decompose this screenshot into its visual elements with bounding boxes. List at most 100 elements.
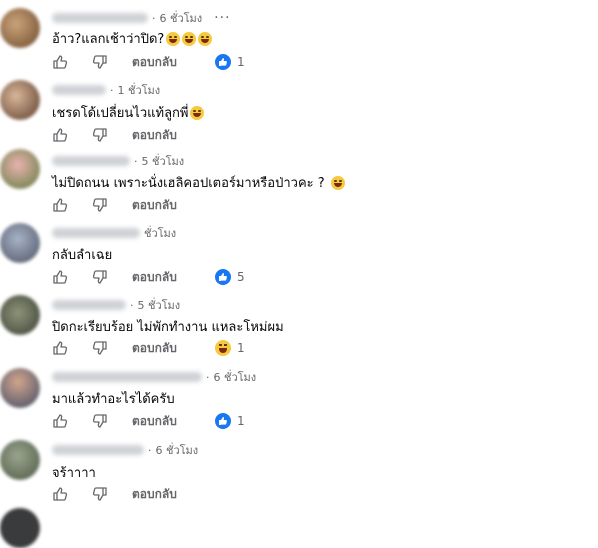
separator-dot: ·	[130, 298, 134, 312]
comment-text: เชรดโด้เปลี่ยนไวแท้ลูกพี่	[52, 106, 189, 121]
reaction-summary[interactable]: 5	[215, 268, 245, 286]
laughing-emoji-icon	[190, 105, 205, 120]
thumbs-up-icon[interactable]	[52, 486, 68, 502]
comment-item: · 1 ชั่วโมง เชรดโด้เปลี่ยนไวแท้ลูกพี่ ตอ…	[0, 72, 598, 145]
comment-text-row: ปิดกะเรียบร้อย ไม่พักทำงาน แหละโหม่ผม	[52, 316, 284, 337]
comment-meta: · 5 ชั่วโมง	[52, 153, 184, 169]
comment-meta: · 1 ชั่วโมง	[52, 82, 160, 98]
thumbs-down-icon[interactable]	[92, 127, 108, 143]
avatar[interactable]	[0, 508, 40, 548]
avatar[interactable]	[0, 295, 40, 335]
separator-dot: ·	[134, 154, 138, 168]
reply-button[interactable]: ตอบกลับ	[132, 268, 177, 287]
comment-meta: · 5 ชั่วโมง	[52, 297, 180, 313]
reply-button[interactable]: ตอบกลับ	[132, 485, 177, 504]
reaction-summary[interactable]: 1	[215, 339, 245, 357]
thumbs-down-icon[interactable]	[92, 269, 108, 285]
comment-text: จร้าาาา	[52, 466, 96, 481]
separator-dot: ·	[110, 83, 114, 97]
comment-item: · 6 ชั่วโมง จร้าาาา ตอบกลับ	[0, 432, 598, 506]
reaction-count: 1	[237, 414, 245, 428]
thumbs-down-icon[interactable]	[92, 486, 108, 502]
more-options-button[interactable]: ···	[214, 10, 230, 26]
thumbs-up-icon[interactable]	[52, 127, 68, 143]
separator-dot: ·	[152, 11, 156, 25]
rofl-emoji-icon	[166, 31, 181, 46]
comment-meta: · 6 ชั่วโมง	[52, 442, 198, 458]
avatar[interactable]	[0, 80, 40, 120]
separator-dot: ·	[206, 370, 210, 384]
reaction-summary[interactable]: 1	[215, 53, 245, 71]
reply-button[interactable]: ตอบกลับ	[132, 196, 177, 215]
rofl-emoji-icon	[198, 31, 213, 46]
comment-actions: ตอบกลับ	[52, 52, 177, 72]
avatar[interactable]	[0, 368, 40, 408]
author-name-blurred[interactable]	[52, 13, 148, 23]
author-name-blurred[interactable]	[52, 372, 202, 382]
comment-text: อ้าว?แลกเช้าว่าปิด?	[52, 32, 165, 47]
comment-item: ชั่วโมง กลับลำเฉย ตอบกลับ 5	[0, 215, 598, 290]
comment-time[interactable]: 6 ชั่วโมง	[160, 9, 203, 27]
thumbs-up-icon[interactable]	[52, 413, 68, 429]
thumbs-down-icon[interactable]	[92, 340, 108, 356]
reaction-count: 5	[237, 270, 245, 284]
thumbs-up-icon[interactable]	[52, 54, 68, 70]
comment-text-row: เชรดโด้เปลี่ยนไวแท้ลูกพี่	[52, 102, 205, 123]
comment-item: · 5 ชั่วโมง ไม่ปิดถนน เพราะนั่งเฮลิคอปเต…	[0, 145, 598, 215]
like-reaction-icon	[215, 269, 231, 285]
avatar[interactable]	[0, 223, 40, 263]
comment-text: กลับลำเฉย	[52, 248, 113, 263]
comment-actions: ตอบกลับ	[52, 411, 177, 431]
comment-actions: ตอบกลับ	[52, 195, 177, 215]
author-name-blurred[interactable]	[52, 300, 126, 310]
comment-time[interactable]: ชั่วโมง	[144, 224, 176, 242]
haha-reaction-icon	[215, 340, 231, 356]
comment-text: มาแล้วทำอะไรได้ครับ	[52, 392, 175, 407]
thumbs-up-icon[interactable]	[52, 340, 68, 356]
comment-meta: ชั่วโมง	[52, 225, 176, 241]
author-name-blurred[interactable]	[52, 445, 144, 455]
thumbs-down-icon[interactable]	[92, 413, 108, 429]
comment-text-row: อ้าว?แลกเช้าว่าปิด?	[52, 28, 213, 49]
like-reaction-icon	[215, 54, 231, 70]
reply-button[interactable]: ตอบกลับ	[132, 339, 177, 358]
comment-actions: ตอบกลับ	[52, 338, 177, 358]
rofl-emoji-icon	[182, 31, 197, 46]
comment-text-row: กลับลำเฉย	[52, 244, 112, 265]
comment-meta: · 6 ชั่วโมง ···	[52, 9, 230, 27]
comment-actions: ตอบกลับ	[52, 267, 177, 287]
comment-time[interactable]: 5 ชั่วโมง	[138, 296, 181, 314]
comment-text-row: จร้าาาา	[52, 462, 96, 483]
avatar[interactable]	[0, 8, 40, 48]
comment-meta: · 6 ชั่วโมง	[52, 369, 256, 385]
comment-item: · 6 ชั่วโมง มาแล้วทำอะไรได้ครับ ตอบกลับ …	[0, 360, 598, 432]
comment-text: ไม่ปิดถนน เพราะนั่งเฮลิคอปเตอร์มาหรือป่า…	[52, 176, 325, 191]
avatar[interactable]	[0, 440, 40, 480]
comment-text: ปิดกะเรียบร้อย ไม่พักทำงาน แหละโหม่ผม	[52, 320, 284, 335]
comment-item: · 6 ชั่วโมง ··· อ้าว?แลกเช้าว่าปิด? ตอบก…	[0, 0, 598, 72]
comment-actions: ตอบกลับ	[52, 484, 177, 504]
separator-dot: ·	[148, 443, 152, 457]
thumbs-down-icon[interactable]	[92, 197, 108, 213]
comment-item: · 5 ชั่วโมง ปิดกะเรียบร้อย ไม่พักทำงาน แ…	[0, 290, 598, 360]
author-name-blurred[interactable]	[52, 228, 140, 238]
like-reaction-icon	[215, 413, 231, 429]
author-name-blurred[interactable]	[52, 156, 130, 166]
author-name-blurred[interactable]	[52, 85, 106, 95]
comment-actions: ตอบกลับ	[52, 125, 177, 145]
rofl-emoji-icon	[330, 175, 345, 190]
reply-button[interactable]: ตอบกลับ	[132, 412, 177, 431]
comment-text-row: มาแล้วทำอะไรได้ครับ	[52, 388, 175, 409]
reply-button[interactable]: ตอบกลับ	[132, 53, 177, 72]
comment-time[interactable]: 6 ชั่วโมง	[214, 368, 257, 386]
thumbs-up-icon[interactable]	[52, 269, 68, 285]
avatar[interactable]	[0, 149, 40, 189]
reaction-summary[interactable]: 1	[215, 412, 245, 430]
comment-time[interactable]: 6 ชั่วโมง	[156, 441, 199, 459]
comment-time[interactable]: 5 ชั่วโมง	[142, 152, 185, 170]
thumbs-up-icon[interactable]	[52, 197, 68, 213]
thumbs-down-icon[interactable]	[92, 54, 108, 70]
reply-button[interactable]: ตอบกลับ	[132, 126, 177, 145]
comment-time[interactable]: 1 ชั่วโมง	[118, 81, 161, 99]
reaction-count: 1	[237, 55, 245, 69]
